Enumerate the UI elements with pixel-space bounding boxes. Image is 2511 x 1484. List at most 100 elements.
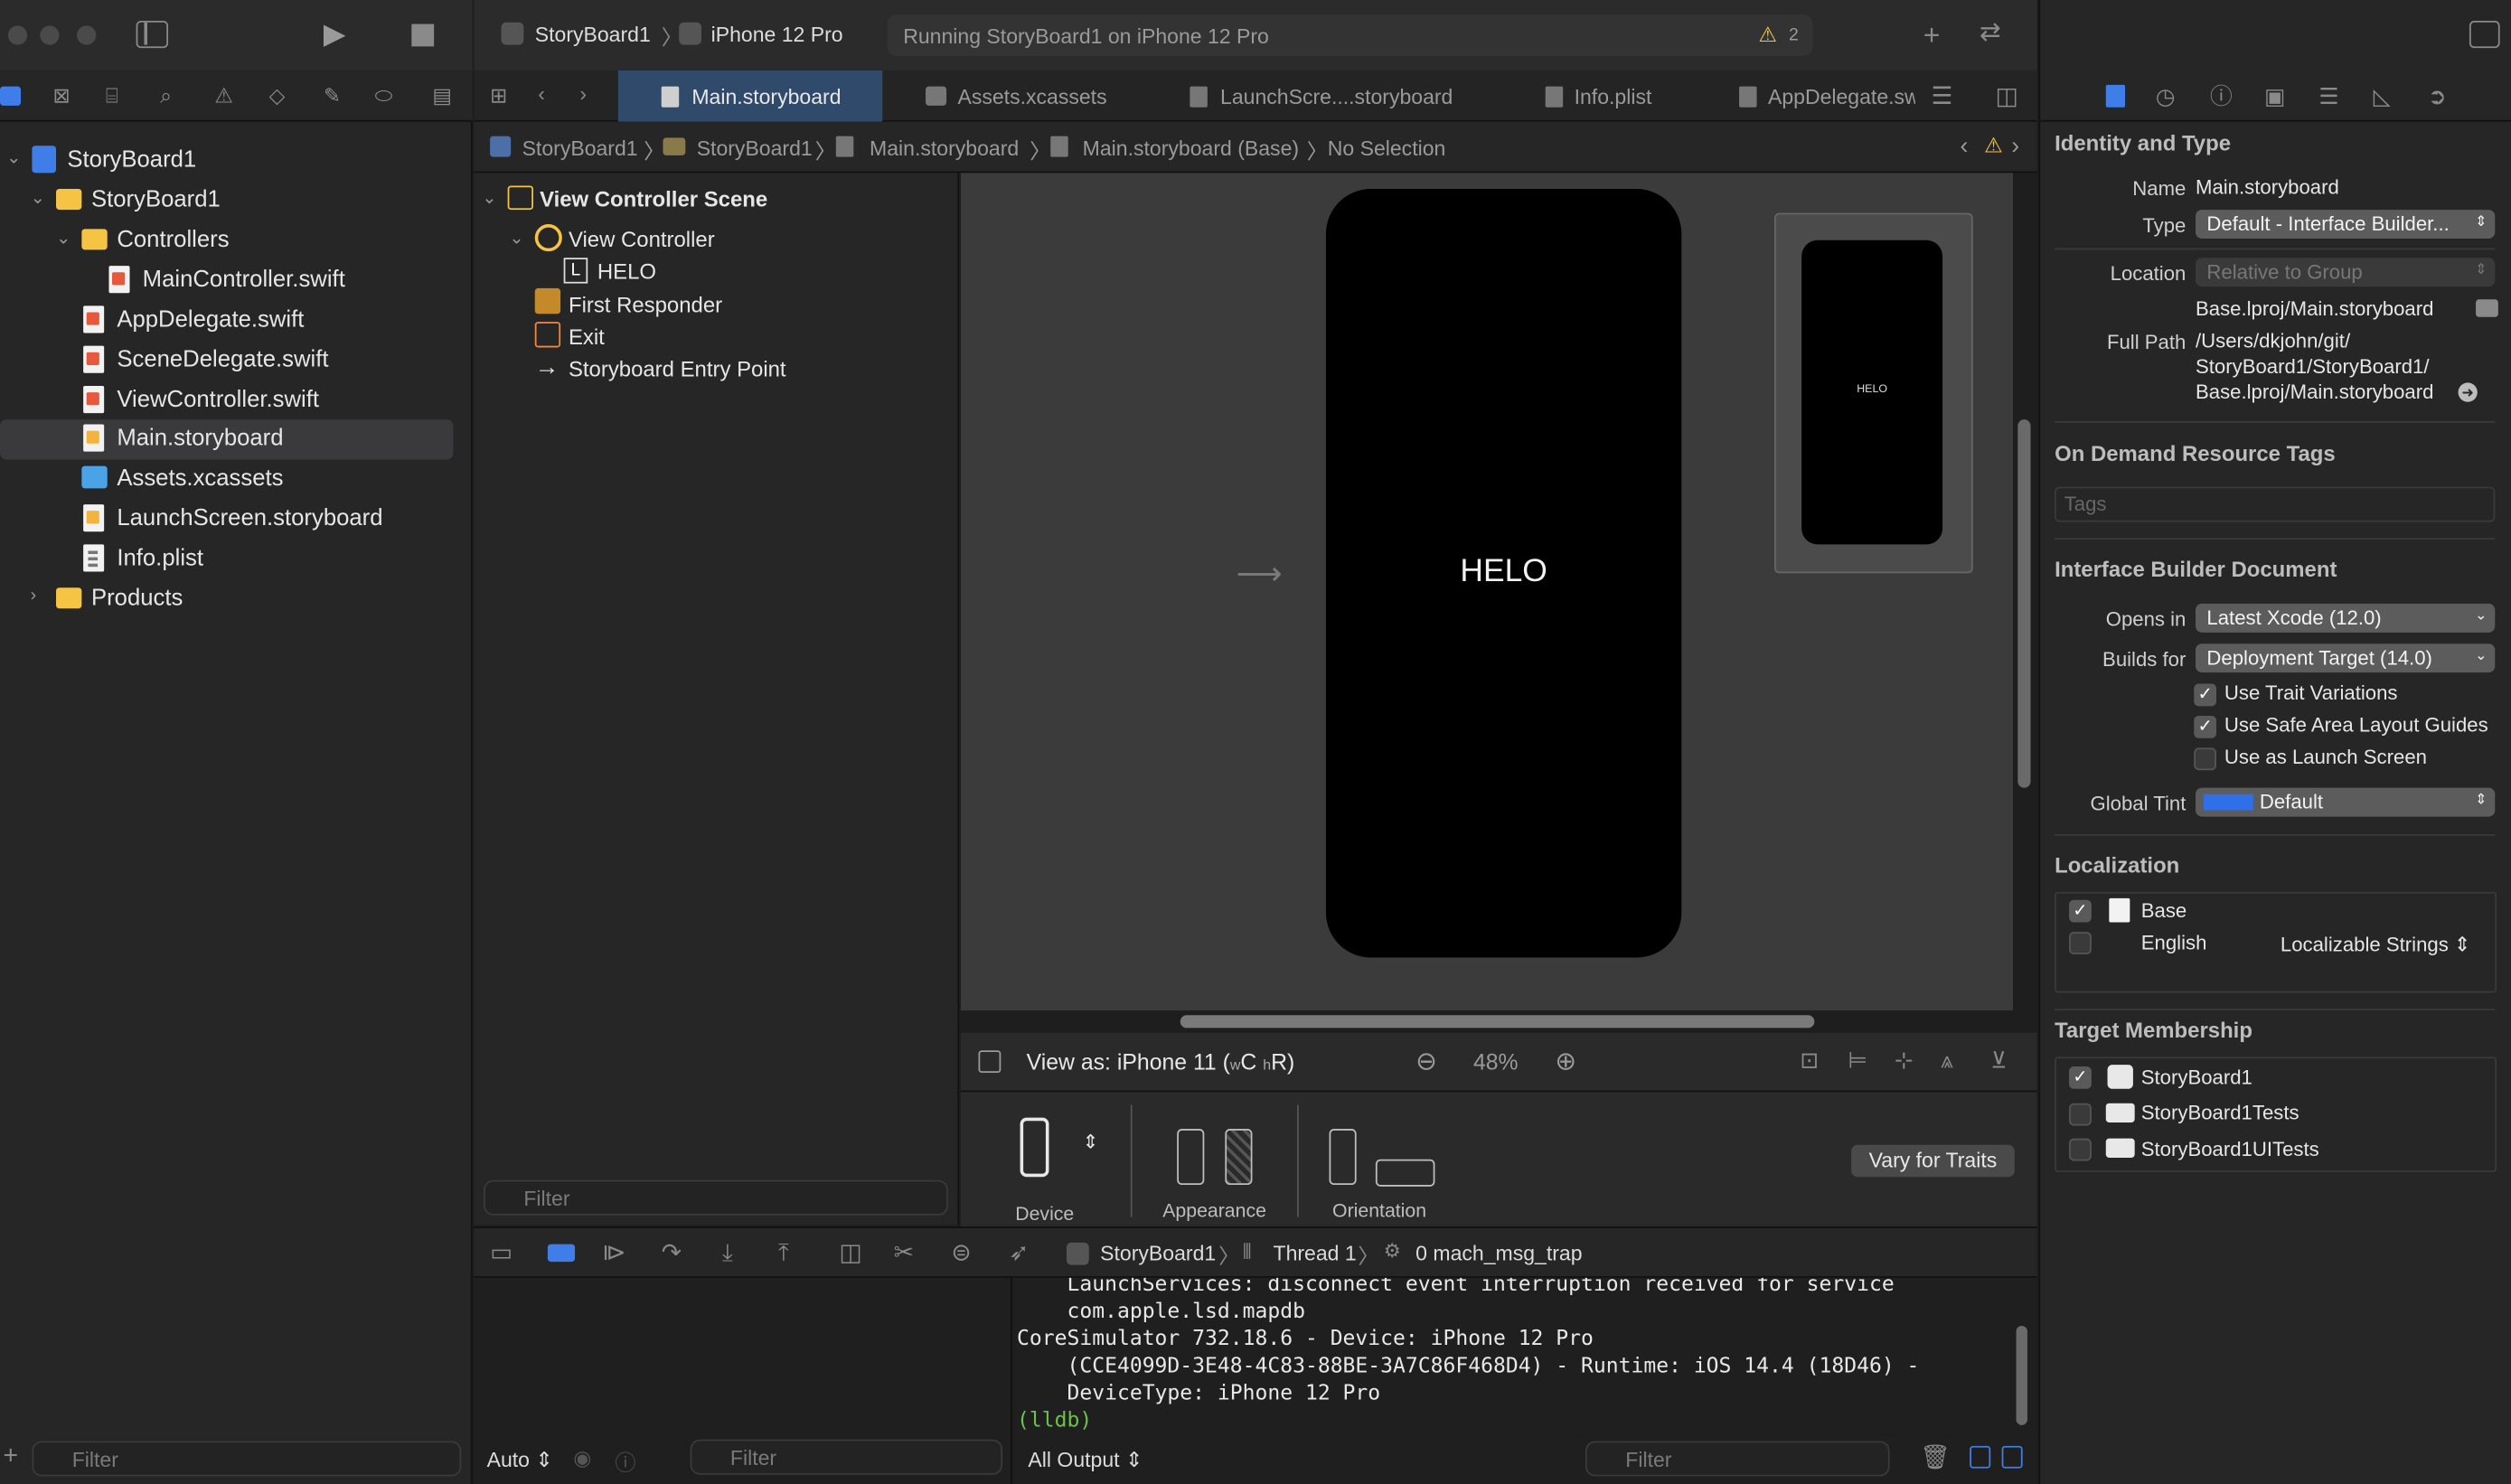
zoom-in-icon[interactable]: ⊕ [1555, 1046, 1576, 1077]
forward-icon[interactable]: › [579, 83, 587, 104]
attributes-icon[interactable]: ☰ [2318, 85, 2338, 108]
tab-info-plist[interactable]: Info.plist [1475, 70, 1675, 122]
adjust-editor-icon[interactable]: ☰ [1932, 85, 1953, 109]
tab-appdelegate[interactable]: AppDelegate.sw [1675, 70, 1915, 122]
breadcrumb-item[interactable]: StoryBoard1 [522, 136, 638, 161]
tree-item-file[interactable]: MainController.swift [0, 261, 473, 301]
tree-item-file[interactable]: Info.plist [0, 540, 473, 579]
environment-overrides-icon[interactable]: ⊜ [951, 1241, 971, 1265]
localization-checkbox-base[interactable]: ✓ [2069, 899, 2092, 923]
folder-icon[interactable] [2476, 299, 2498, 317]
continue-icon[interactable]: ⧐ [602, 1241, 626, 1265]
device-selector[interactable]: iPhone 12 Pro [711, 23, 843, 47]
outline-first-responder[interactable]: First Responder [569, 293, 722, 317]
breadcrumb-item[interactable]: Main.storyboard (Base) [1083, 136, 1299, 161]
run-icon[interactable]: ▶ [324, 19, 346, 48]
step-out-icon[interactable]: ⤒ [778, 1241, 789, 1265]
align-icon[interactable]: ⊨ [1848, 1047, 1868, 1075]
tab-main-storyboard[interactable]: Main.storyboard [617, 70, 883, 122]
debug-breadcrumb-item[interactable]: 0 mach_msg_trap [1415, 1241, 1582, 1265]
breadcrumb-item[interactable]: No Selection [1328, 136, 1446, 161]
variables-filter-input[interactable]: Filter [690, 1439, 1003, 1475]
trash-icon[interactable]: 🗑 [1920, 1442, 1951, 1471]
split-editor-icon[interactable]: ◫ [1996, 85, 2018, 109]
tags-input[interactable]: Tags [2055, 486, 2496, 522]
connections-icon[interactable]: ➲ [2428, 85, 2447, 108]
vary-for-traits-button[interactable]: Vary for Traits [1851, 1144, 2015, 1178]
tab-launchscreen[interactable]: LaunchScre....storyboard [1139, 70, 1475, 122]
light-appearance-icon[interactable] [1177, 1129, 1205, 1186]
outline-exit[interactable]: Exit [569, 325, 605, 350]
eye-icon[interactable]: ◉ [573, 1446, 591, 1471]
tree-item-file[interactable]: AppDelegate.swift [0, 301, 473, 341]
vertical-scrollbar[interactable] [2017, 419, 2031, 788]
history-icon[interactable]: ◷ [2156, 85, 2176, 108]
zoom-window-button[interactable] [77, 25, 97, 45]
localization-type-popup[interactable]: Localizable Strings ⇕ [2281, 932, 2471, 956]
tree-item-file[interactable]: Assets.xcassets [0, 459, 473, 499]
file-inspector-icon[interactable] [2105, 84, 2126, 108]
breakpoint-icon[interactable]: ⬭ [375, 85, 393, 106]
add-icon[interactable]: + [4, 1443, 19, 1470]
chevron-down-icon[interactable]: ⌄ [56, 228, 71, 248]
test-icon[interactable]: ◇ [269, 85, 286, 106]
stepper-icon[interactable]: ⇕ [1083, 1131, 1099, 1153]
outline-label[interactable]: HELO [597, 259, 656, 284]
location-popup[interactable]: Relative to Group ⇕ [2196, 258, 2496, 287]
step-over-icon[interactable]: ↷ [662, 1241, 682, 1265]
add-icon[interactable]: + [1923, 21, 1941, 50]
search-icon[interactable]: ⌕ [160, 85, 172, 106]
name-value[interactable]: Main.storyboard [2196, 176, 2339, 199]
inspector-toggle-icon[interactable] [2469, 21, 2500, 49]
type-popup[interactable]: Default - Interface Builder... ⇕ [2196, 210, 2496, 239]
output-selector[interactable]: All Output ⇕ [1028, 1448, 1143, 1473]
previous-issue-icon[interactable]: ‹ [1961, 133, 1969, 160]
navigator-filter-input[interactable]: Filter [32, 1441, 462, 1477]
grid-icon[interactable]: ⊞ [490, 85, 507, 106]
warning-icon[interactable]: ⚠ [1758, 23, 1777, 48]
breadcrumb-item[interactable]: StoryBoard1 [697, 136, 813, 161]
help-icon[interactable]: ⓘ [2210, 85, 2233, 108]
size-icon[interactable]: ◺ [2374, 85, 2391, 108]
tree-item-file[interactable]: SceneDelegate.swift [0, 341, 473, 380]
code-review-icon[interactable]: ⇄ [1980, 20, 2001, 46]
helo-label[interactable]: HELO [1326, 554, 1681, 591]
chevron-down-icon[interactable]: ⌄ [6, 147, 21, 168]
outline-filter-input[interactable]: Filter [484, 1179, 948, 1216]
warning-icon[interactable]: ⚠ [214, 85, 233, 106]
breadcrumb-item[interactable]: Main.storyboard [870, 136, 1019, 161]
warning-icon[interactable]: ⚠ [1984, 133, 2003, 158]
target-checkbox[interactable]: ✓ [2069, 1066, 2092, 1089]
chevron-down-icon[interactable]: ⌄ [509, 228, 523, 248]
view-as-selector[interactable]: View as: iPhone 11 (wC hR) [1027, 1048, 1295, 1074]
zoom-out-icon[interactable]: ⊖ [1415, 1046, 1437, 1077]
step-into-icon[interactable]: ⤓ [722, 1241, 733, 1265]
target-checkbox[interactable] [2069, 1138, 2092, 1161]
outline-scene[interactable]: View Controller Scene [540, 187, 767, 211]
launch-screen-checkbox[interactable] [2194, 747, 2217, 771]
minimize-window-button[interactable] [40, 25, 60, 45]
resolve-issues-icon[interactable]: ⩓ [1941, 1047, 1953, 1075]
console-filter-input[interactable]: Filter [1585, 1441, 1890, 1477]
back-icon[interactable]: ‹ [538, 83, 545, 104]
show-variables-icon[interactable] [1970, 1445, 1991, 1469]
portrait-icon[interactable] [1329, 1129, 1357, 1186]
breakpoints-toggle-icon[interactable] [547, 1244, 576, 1263]
reveal-arrow-icon[interactable]: ➜ [2458, 382, 2478, 402]
horizontal-scrollbar[interactable] [1180, 1015, 1815, 1028]
debug-breadcrumb-item[interactable]: StoryBoard1 [1100, 1241, 1216, 1265]
tree-item-file[interactable]: ViewController.swift [0, 381, 473, 421]
hide-debug-area-icon[interactable]: ▭ [490, 1241, 513, 1265]
global-tint-popup[interactable]: Default ⇕ [2196, 787, 2496, 817]
safe-area-checkbox[interactable]: ✓ [2194, 715, 2217, 738]
simulate-location-icon[interactable]: ➶ [1009, 1241, 1029, 1265]
outline-entry-point[interactable]: Storyboard Entry Point [569, 357, 786, 381]
tree-item-file-selected[interactable]: Main.storyboard [0, 419, 454, 460]
auto-selector[interactable]: Auto ⇕ [487, 1448, 553, 1473]
symbol-icon[interactable]: ⌸ [106, 85, 118, 106]
next-issue-icon[interactable]: › [2011, 133, 2019, 160]
console-output[interactable]: LaunchServices: disconnect event interru… [1013, 1277, 2037, 1435]
chevron-down-icon[interactable]: ⌄ [31, 187, 45, 208]
memory-graph-icon[interactable]: ✂ [894, 1241, 914, 1265]
trait-variations-checkbox[interactable]: ✓ [2194, 683, 2217, 707]
